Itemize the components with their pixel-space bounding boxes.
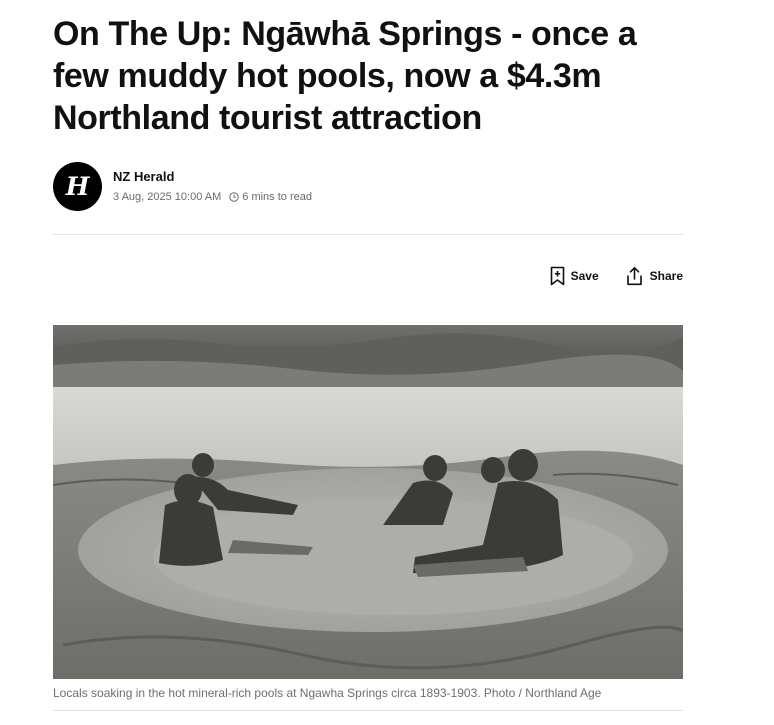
- divider: [53, 234, 683, 235]
- author-avatar[interactable]: H: [53, 162, 102, 211]
- byline: H NZ Herald 3 Aug, 2025 10:00 AM 6 mins …: [53, 162, 683, 212]
- share-label: Share: [649, 269, 683, 283]
- article-actions: Save Share: [550, 266, 683, 286]
- share-button[interactable]: Share: [625, 266, 683, 286]
- save-label: Save: [570, 269, 599, 283]
- article-meta: 3 Aug, 2025 10:00 AM 6 mins to read: [113, 191, 312, 203]
- publish-date: 3 Aug, 2025 10:00 AM: [113, 191, 222, 203]
- clock-icon: [229, 192, 239, 202]
- save-button[interactable]: Save: [550, 266, 599, 286]
- nz-herald-logo-icon: H: [65, 172, 90, 201]
- image-caption: Locals soaking in the hot mineral-rich p…: [53, 686, 602, 700]
- article-hero-image[interactable]: [53, 325, 683, 679]
- divider: [53, 710, 683, 711]
- article-headline: On The Up: Ngāwhā Springs - once a few m…: [53, 15, 637, 137]
- share-upload-icon: [625, 266, 644, 286]
- author-name[interactable]: NZ Herald: [113, 169, 174, 184]
- bookmark-plus-icon: [550, 266, 565, 286]
- read-time: 6 mins to read: [242, 191, 312, 203]
